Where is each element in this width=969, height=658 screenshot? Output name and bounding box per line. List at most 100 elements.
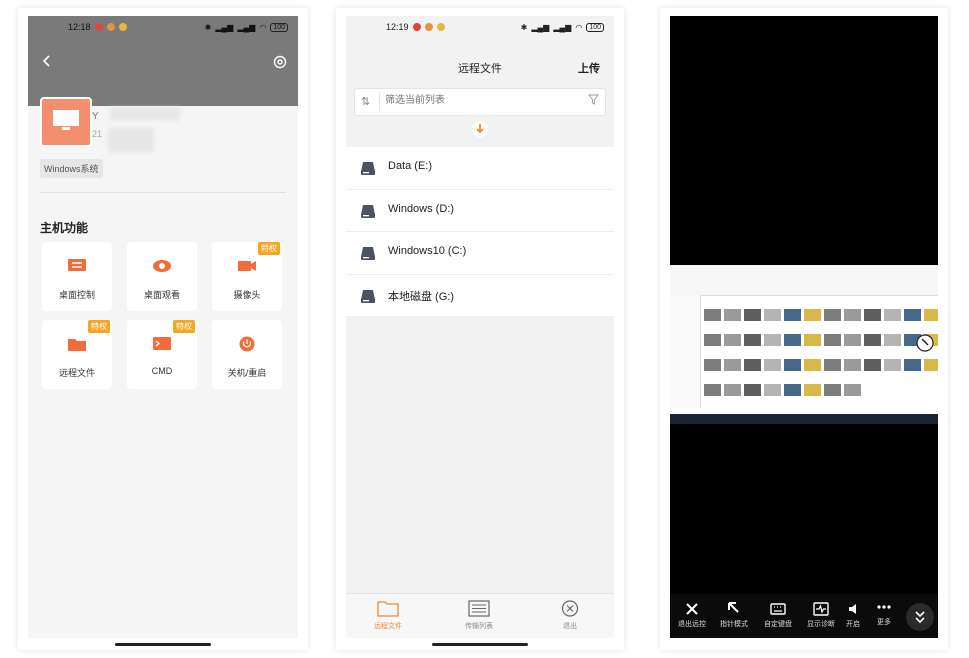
notification-icon: [424, 23, 433, 31]
bluetooth-icon: ✱: [520, 22, 528, 32]
exit-remote-button[interactable]: 退出远控: [670, 602, 714, 629]
remote-toolbar: 退出远控 指针模式 自定键盘 显示诊断 开启 更多: [670, 594, 938, 638]
remote-thumbnail: [844, 384, 861, 396]
drive-item[interactable]: Windows10 (C:): [346, 232, 614, 275]
drive-item[interactable]: Windows (D:): [346, 190, 614, 232]
download-icon[interactable]: [472, 121, 488, 137]
remote-thumbnail: [804, 334, 821, 346]
tab-label: 退出: [563, 623, 577, 630]
feature-power[interactable]: 关机/重启: [212, 320, 282, 389]
os-tag: Windows系统: [40, 159, 103, 178]
upload-button[interactable]: 上传: [578, 60, 600, 76]
desktop-control-icon: [68, 259, 86, 271]
toolbar-label: 更多: [877, 619, 891, 626]
remote-thumbnail: [824, 334, 841, 346]
sort-icon[interactable]: ⇅: [361, 95, 370, 108]
remote-thumbnail: [804, 359, 821, 371]
folder-icon: [377, 601, 399, 617]
pointer-mode-button[interactable]: 指针模式: [712, 602, 756, 629]
drive-icon: [361, 162, 375, 175]
remote-thumbnail: [704, 384, 721, 396]
remote-thumbnail: [784, 309, 801, 321]
remote-thumbnail: [724, 359, 741, 371]
power-icon: [239, 336, 255, 352]
feature-label: 远程文件: [58, 368, 95, 378]
more-button[interactable]: 更多: [867, 600, 901, 627]
remote-thumbnail: [844, 334, 861, 346]
cmd-icon: [153, 337, 171, 350]
drive-label: Windows (D:): [388, 202, 455, 215]
tab-transfer-list[interactable]: 传输列表: [449, 600, 509, 631]
toolbar-label: 退出远控: [678, 621, 706, 628]
toolbar-label: 开启: [846, 621, 860, 628]
privilege-tag: 特权: [88, 320, 110, 333]
notification-icon: [106, 23, 115, 31]
tab-label: 传输列表: [465, 623, 493, 630]
drive-item[interactable]: Data (E:): [346, 147, 614, 190]
signal-icon: ▂▄▆: [531, 22, 550, 32]
list-icon: [468, 600, 490, 617]
custom-keyboard-button[interactable]: 自定键盘: [756, 602, 800, 629]
toolbar-label: 自定键盘: [764, 621, 792, 628]
remote-thumbnail: [784, 334, 801, 346]
status-bar: 12:19 ✱ ▂▄▆ ▂▄▆ ◠ 100: [386, 20, 604, 34]
phone-remote-desktop: 退出远控 指针模式 自定键盘 显示诊断 开启 更多: [660, 8, 948, 650]
remote-thumbnail: [764, 334, 781, 346]
tab-exit[interactable]: 退出: [540, 600, 600, 631]
tab-remote-files[interactable]: 远程文件: [358, 600, 418, 631]
divider: [379, 93, 380, 110]
notification-icon: [94, 23, 103, 31]
feature-desktop-view[interactable]: 桌面观看: [127, 242, 197, 311]
page-title: 远程文件: [458, 63, 502, 75]
remote-thumbnail: [844, 309, 861, 321]
remote-taskbar: [670, 414, 938, 424]
notification-icon: [118, 23, 127, 31]
signal-icon: ▂▄▆: [237, 22, 256, 32]
feature-cmd[interactable]: 特权 CMD: [127, 320, 197, 389]
enable-sound-button[interactable]: 开启: [836, 602, 870, 629]
close-icon: [686, 603, 698, 615]
back-icon[interactable]: [40, 54, 54, 68]
remote-thumbnail: [764, 309, 781, 321]
redacted-block: [108, 128, 154, 152]
remote-thumbnail: [884, 334, 901, 346]
feature-camera[interactable]: 特权 摄像头: [212, 242, 282, 311]
remote-thumbnail: [704, 359, 721, 371]
bluetooth-icon: ✱: [204, 22, 212, 32]
mouse-cursor-icon[interactable]: [916, 334, 934, 352]
feature-label: 桌面控制: [58, 290, 95, 300]
feature-desktop-control[interactable]: 桌面控制: [42, 242, 112, 311]
remote-thumbnail: [744, 334, 761, 346]
remote-explorer-ribbon: [670, 265, 938, 296]
remote-desktop-screen: 退出远控 指针模式 自定键盘 显示诊断 开启 更多: [670, 16, 938, 638]
filter-input[interactable]: [383, 94, 567, 107]
remote-thumbnail: [744, 359, 761, 371]
remote-thumbnail: [804, 384, 821, 396]
feature-label: 摄像头: [233, 290, 261, 300]
funnel-icon[interactable]: [588, 94, 599, 105]
home-indicator[interactable]: [432, 643, 528, 646]
remote-thumbnail: [824, 359, 841, 371]
status-time: 12:19: [386, 22, 409, 32]
camera-icon: [238, 261, 256, 271]
privilege-tag: 特权: [173, 320, 195, 333]
remote-thumbnail: [724, 384, 741, 396]
monitor-icon: [53, 110, 79, 130]
keyboard-icon: [770, 603, 786, 615]
gear-icon[interactable]: [272, 54, 288, 70]
feature-remote-files[interactable]: 特权 远程文件: [42, 320, 112, 389]
drive-item[interactable]: 本地磁盘 (G:): [346, 275, 614, 317]
battery-icon: 100: [586, 22, 604, 32]
filter-box: ⇅: [354, 88, 606, 116]
remote-thumbnail: [924, 309, 938, 321]
remote-thumbnail: [704, 334, 721, 346]
remote-thumbnail: [824, 309, 841, 321]
remote-thumbnail: [724, 309, 741, 321]
remote-desktop-view[interactable]: [670, 265, 938, 424]
home-indicator[interactable]: [115, 643, 211, 646]
remote-thumbnail: [744, 384, 761, 396]
pointer-icon: [728, 602, 739, 613]
collapse-toolbar-button[interactable]: [906, 603, 934, 631]
remote-thumbnail: [884, 359, 901, 371]
drive-icon: [361, 289, 375, 303]
